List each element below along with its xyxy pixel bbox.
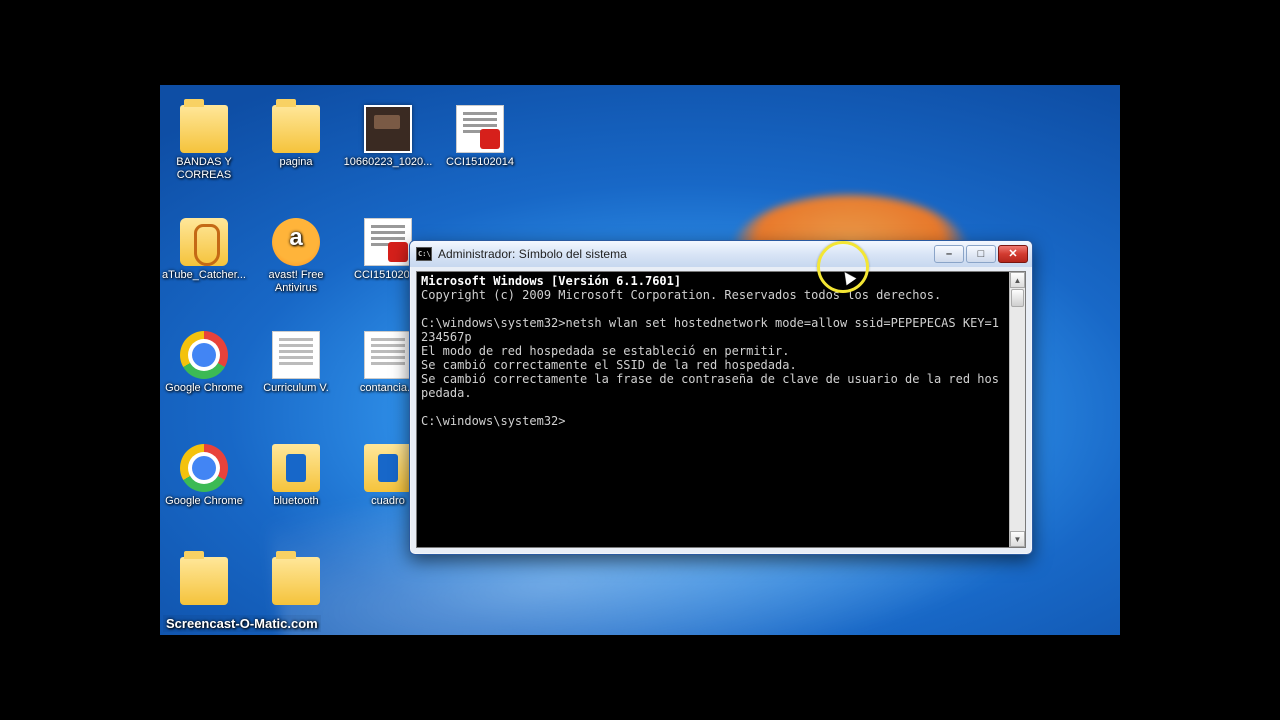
app-avast-icon bbox=[272, 218, 320, 266]
pdf-cci-a[interactable]: CCI15102014 bbox=[434, 105, 526, 169]
scroll-down-button[interactable]: ▼ bbox=[1010, 531, 1025, 547]
folder-bandas-icon bbox=[180, 105, 228, 153]
app-chrome-1[interactable]: Google Chrome bbox=[160, 331, 250, 395]
scroll-thumb[interactable] bbox=[1011, 289, 1024, 307]
app-avast[interactable]: avast! Free Antivirus bbox=[250, 218, 342, 295]
folder-pagina-label: pagina bbox=[250, 156, 342, 169]
app-atube[interactable]: aTube_Catcher... bbox=[160, 218, 250, 282]
app-chrome-1-icon bbox=[180, 331, 228, 379]
folder-pagina[interactable]: pagina bbox=[250, 105, 342, 169]
folder-extra2[interactable] bbox=[250, 557, 342, 608]
app-chrome-1-label: Google Chrome bbox=[160, 382, 250, 395]
pdf-cci-a-label: CCI15102014 bbox=[434, 156, 526, 169]
folder-bt-icon bbox=[272, 444, 320, 492]
cmd-output[interactable]: Microsoft Windows [Versión 6.1.7601] Cop… bbox=[417, 272, 1009, 547]
folder-bandas[interactable]: BANDAS Y CORREAS bbox=[160, 105, 250, 182]
folder-bt[interactable]: bluetooth bbox=[250, 444, 342, 508]
desktop-area: BANDAS Y CORREASpagina10660223_1020...CC… bbox=[160, 85, 1120, 635]
doc-contancia-icon bbox=[364, 331, 412, 379]
cmd-icon bbox=[416, 247, 432, 261]
folder-extra1-icon bbox=[180, 557, 228, 605]
cmd-client-area: Microsoft Windows [Versión 6.1.7601] Cop… bbox=[416, 271, 1026, 548]
img-10660223-label: 10660223_1020... bbox=[342, 156, 434, 169]
app-atube-label: aTube_Catcher... bbox=[160, 269, 250, 282]
pdf-cci-b-icon bbox=[364, 218, 412, 266]
watermark-text: Screencast-O-Matic.com bbox=[163, 615, 321, 632]
folder-bandas-label: BANDAS Y CORREAS bbox=[160, 156, 250, 182]
pdf-cci-a-icon bbox=[456, 105, 504, 153]
app-avast-label: avast! Free Antivirus bbox=[250, 269, 342, 295]
scroll-track[interactable] bbox=[1010, 308, 1025, 531]
app-chrome-2-label: Google Chrome bbox=[160, 495, 250, 508]
minimize-button[interactable]: – bbox=[934, 245, 964, 263]
img-10660223-icon bbox=[364, 105, 412, 153]
cmd-window[interactable]: Administrador: Símbolo del sistema – □ ✕… bbox=[409, 240, 1033, 555]
folder-pagina-icon bbox=[272, 105, 320, 153]
maximize-button[interactable]: □ bbox=[966, 245, 996, 263]
folder-bt-label: bluetooth bbox=[250, 495, 342, 508]
window-controls: – □ ✕ bbox=[934, 245, 1028, 263]
folder-extra2-icon bbox=[272, 557, 320, 605]
cmd-scrollbar[interactable]: ▲ ▼ bbox=[1009, 272, 1025, 547]
app-chrome-2-icon bbox=[180, 444, 228, 492]
app-chrome-2[interactable]: Google Chrome bbox=[160, 444, 250, 508]
cmd-title-text: Administrador: Símbolo del sistema bbox=[438, 247, 934, 261]
doc-curriculum[interactable]: Curriculum V. bbox=[250, 331, 342, 395]
cmd-titlebar[interactable]: Administrador: Símbolo del sistema – □ ✕ bbox=[410, 241, 1032, 267]
folder-cuadro-icon bbox=[364, 444, 412, 492]
app-atube-icon bbox=[180, 218, 228, 266]
img-10660223[interactable]: 10660223_1020... bbox=[342, 105, 434, 169]
doc-curriculum-label: Curriculum V. bbox=[250, 382, 342, 395]
folder-extra1[interactable] bbox=[160, 557, 250, 608]
close-button[interactable]: ✕ bbox=[998, 245, 1028, 263]
scroll-up-button[interactable]: ▲ bbox=[1010, 272, 1025, 288]
doc-curriculum-icon bbox=[272, 331, 320, 379]
